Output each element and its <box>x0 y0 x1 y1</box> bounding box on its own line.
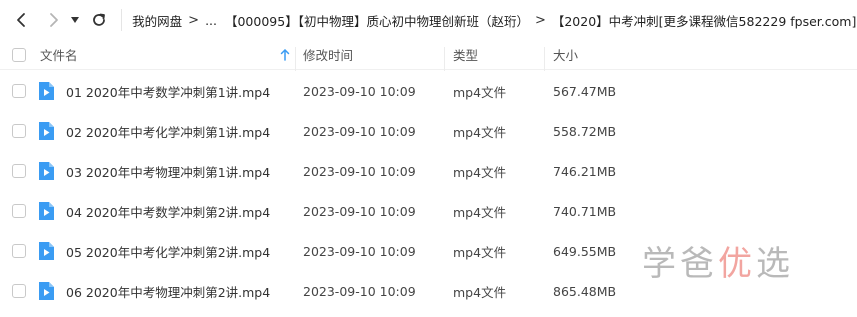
file-list-header: 文件名 修改时间 类型 大小 <box>0 40 857 70</box>
select-all-checkbox[interactable] <box>12 48 26 62</box>
file-modified: 2023-09-10 10:09 <box>303 243 416 259</box>
video-file-icon <box>39 162 54 180</box>
column-divider[interactable] <box>444 47 445 71</box>
breadcrumb-root[interactable]: 我的网盘 <box>132 11 182 30</box>
column-name-header[interactable]: 文件名 <box>40 40 78 70</box>
file-type: mp4文件 <box>453 244 507 260</box>
file-name[interactable]: 06 2020年中考物理冲刺第2讲.mp4 <box>66 271 270 311</box>
column-divider[interactable] <box>544 47 545 71</box>
watermark-text: 学爸 <box>642 244 718 284</box>
file-modified: 2023-09-10 10:09 <box>303 203 416 219</box>
file-type: mp4文件 <box>453 84 507 100</box>
watermark-text: 选 <box>756 244 794 284</box>
row-checkbox[interactable] <box>12 204 26 218</box>
file-row[interactable]: 03 2020年中考物理冲刺第1讲.mp4 2023-09-10 10:09 m… <box>0 151 857 191</box>
file-modified: 2023-09-10 10:09 <box>303 163 416 179</box>
breadcrumb-separator: > <box>534 12 546 28</box>
file-type: mp4文件 <box>453 124 507 140</box>
forward-button[interactable] <box>41 7 66 33</box>
column-size-header[interactable]: 大小 <box>553 40 578 70</box>
chevron-right-icon <box>49 13 58 27</box>
history-dropdown-button[interactable] <box>66 7 83 33</box>
file-modified: 2023-09-10 10:09 <box>303 283 416 299</box>
row-checkbox[interactable] <box>12 124 26 138</box>
back-button[interactable] <box>8 7 33 33</box>
watermark-highlight: 优 <box>718 244 756 284</box>
row-checkbox[interactable] <box>12 244 26 258</box>
file-size: 558.72MB <box>553 123 617 139</box>
breadcrumb-separator: > <box>188 12 200 28</box>
file-type: mp4文件 <box>453 284 507 300</box>
file-name[interactable]: 04 2020年中考数学冲刺第2讲.mp4 <box>66 191 270 231</box>
file-size: 865.48MB <box>553 283 617 299</box>
breadcrumb: 我的网盘 > ... 【000095】【初中物理】质心初中物理创新班（赵珩） >… <box>132 11 857 30</box>
file-name[interactable]: 01 2020年中考数学冲刺第1讲.mp4 <box>66 71 270 111</box>
row-checkbox[interactable] <box>12 164 26 178</box>
video-file-icon <box>39 282 54 300</box>
watermark-logo: 学爸 优 选 <box>642 236 794 285</box>
breadcrumb-ellipsis[interactable]: ... <box>205 13 217 28</box>
file-size: 740.71MB <box>553 203 617 219</box>
chevron-left-icon <box>16 13 25 27</box>
file-name[interactable]: 05 2020年中考化学冲刺第2讲.mp4 <box>66 231 270 271</box>
breadcrumb-current-folder[interactable]: 【2020】中考冲刺[更多课程微信582229 fpser.com] <box>552 11 856 30</box>
row-checkbox[interactable] <box>12 84 26 98</box>
video-file-icon <box>39 202 54 220</box>
refresh-button[interactable] <box>86 7 111 33</box>
video-file-icon <box>39 122 54 140</box>
file-size: 649.55MB <box>553 243 617 259</box>
file-size: 567.47MB <box>553 83 617 99</box>
file-row[interactable]: 01 2020年中考数学冲刺第1讲.mp4 2023-09-10 10:09 m… <box>0 71 857 111</box>
refresh-icon <box>92 13 105 26</box>
caret-down-icon <box>71 17 80 23</box>
file-size: 746.21MB <box>553 163 617 179</box>
file-name[interactable]: 02 2020年中考化学冲刺第1讲.mp4 <box>66 111 270 151</box>
toolbar-divider <box>121 9 123 31</box>
column-type-header[interactable]: 类型 <box>453 40 478 70</box>
file-modified: 2023-09-10 10:09 <box>303 83 416 99</box>
file-type: mp4文件 <box>453 164 507 180</box>
file-row[interactable]: 02 2020年中考化学冲刺第1讲.mp4 2023-09-10 10:09 m… <box>0 111 857 151</box>
video-file-icon <box>39 82 54 100</box>
file-name[interactable]: 03 2020年中考物理冲刺第1讲.mp4 <box>66 151 270 191</box>
row-checkbox[interactable] <box>12 284 26 298</box>
file-type: mp4文件 <box>453 204 507 220</box>
toolbar: 我的网盘 > ... 【000095】【初中物理】质心初中物理创新班（赵珩） >… <box>0 0 857 40</box>
column-divider[interactable] <box>295 47 296 71</box>
file-modified: 2023-09-10 10:09 <box>303 123 416 139</box>
file-row[interactable]: 04 2020年中考数学冲刺第2讲.mp4 2023-09-10 10:09 m… <box>0 191 857 231</box>
video-file-icon <box>39 242 54 260</box>
column-modified-header[interactable]: 修改时间 <box>303 40 353 70</box>
sort-ascending-icon[interactable] <box>279 48 291 62</box>
breadcrumb-course-folder[interactable]: 【000095】【初中物理】质心初中物理创新班（赵珩） <box>225 11 529 30</box>
